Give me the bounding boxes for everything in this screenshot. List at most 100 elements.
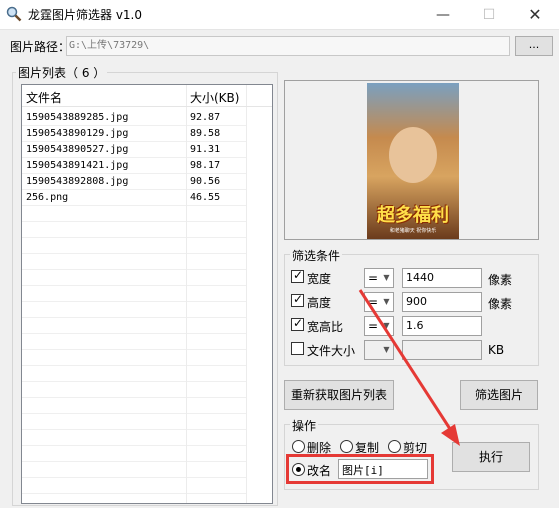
cell-size: 98.17	[190, 160, 221, 171]
column-header-filename[interactable]: 文件名	[26, 89, 62, 106]
height-label: 高度	[307, 296, 332, 310]
grid-line	[187, 125, 246, 126]
grid-line	[22, 205, 186, 206]
maximize-button[interactable]: ☐	[466, 0, 512, 30]
grid-line	[187, 173, 246, 174]
image-list-title: 图片列表（ 6 ）	[16, 64, 108, 81]
grid-line	[22, 349, 186, 350]
ratio-checkbox[interactable]	[291, 316, 304, 331]
cell-filename: 1590543891421.jpg	[26, 160, 129, 171]
image-preview: 超多福利 和老猪聊天 祝你快乐	[284, 80, 539, 240]
height-unit: 像素	[488, 297, 513, 311]
height-operator-value: =	[368, 295, 379, 309]
column-separator	[186, 85, 187, 503]
poster-subtitle: 和老猪聊天 祝你快乐	[389, 228, 437, 234]
ratio-operator-select[interactable]: = ▼	[364, 316, 394, 336]
path-input[interactable]: G:\上传\73729\	[66, 36, 510, 56]
grid-line	[22, 461, 186, 462]
filesize-label: 文件大小	[307, 344, 356, 358]
grid-line	[22, 445, 186, 446]
grid-line	[187, 157, 246, 158]
magnifier-app-icon	[6, 6, 22, 22]
cell-size: 46.55	[190, 192, 221, 203]
column-header-size[interactable]: 大小(KB)	[190, 89, 239, 106]
chevron-down-icon: ▼	[383, 345, 390, 354]
grid-line	[22, 333, 186, 334]
browse-button[interactable]: ...	[515, 36, 553, 56]
cell-filename: 1590543890129.jpg	[26, 128, 129, 139]
column-separator	[246, 85, 247, 503]
cell-filename: 1590543892808.jpg	[26, 176, 129, 187]
grid-line	[187, 269, 246, 270]
grid-line	[187, 333, 246, 334]
grid-line	[22, 253, 186, 254]
poster-character	[389, 127, 437, 183]
grid-line	[22, 381, 186, 382]
window-title: 龙霆图片筛选器 v1.0	[28, 8, 143, 22]
grid-line	[187, 477, 246, 478]
grid-line	[187, 141, 246, 142]
grid-line	[22, 173, 186, 174]
image-list[interactable]: 文件名 大小(KB) 1590543889285.jpg 92.87 15905…	[21, 84, 273, 504]
chevron-down-icon: ▼	[383, 273, 390, 282]
delete-radio[interactable]	[292, 440, 305, 453]
cell-size: 91.31	[190, 144, 221, 155]
path-label: 图片路径：	[10, 40, 71, 54]
grid-line	[187, 461, 246, 462]
execute-button[interactable]: 执行	[452, 442, 530, 472]
grid-line	[22, 269, 186, 270]
grid-line	[22, 221, 186, 222]
cell-filename: 1590543889285.jpg	[26, 112, 129, 123]
grid-line	[187, 445, 246, 446]
preview-image: 超多福利 和老猪聊天 祝你快乐	[367, 83, 459, 239]
grid-line	[187, 365, 246, 366]
copy-radio[interactable]	[340, 440, 353, 453]
grid-line	[22, 317, 186, 318]
grid-line	[22, 237, 186, 238]
grid-line	[187, 221, 246, 222]
width-value-input[interactable]: 1440	[402, 268, 482, 288]
grid-line	[187, 413, 246, 414]
grid-line	[22, 157, 186, 158]
refresh-list-button[interactable]: 重新获取图片列表	[284, 380, 394, 410]
minimize-button[interactable]: —	[420, 0, 466, 30]
grid-line	[22, 125, 186, 126]
chevron-down-icon: ▼	[383, 297, 390, 306]
cell-filename: 1590543890527.jpg	[26, 144, 129, 155]
height-checkbox[interactable]	[291, 292, 304, 307]
grid-line	[187, 317, 246, 318]
grid-line	[187, 237, 246, 238]
width-operator-select[interactable]: = ▼	[364, 268, 394, 288]
filesize-unit: KB	[488, 343, 505, 357]
grid-line	[22, 493, 186, 494]
cell-size: 89.58	[190, 128, 221, 139]
filesize-checkbox[interactable]	[291, 342, 304, 355]
grid-line	[22, 285, 186, 286]
grid-line	[187, 429, 246, 430]
grid-line	[22, 189, 186, 190]
grid-line	[187, 397, 246, 398]
ratio-label: 宽高比	[307, 320, 344, 334]
chevron-down-icon: ▼	[383, 321, 390, 330]
grid-line	[22, 397, 186, 398]
close-button[interactable]: ✕	[512, 0, 558, 30]
ratio-operator-value: =	[368, 319, 379, 333]
width-label: 宽度	[307, 272, 332, 286]
grid-line	[22, 429, 186, 430]
filter-images-button[interactable]: 筛选图片	[460, 380, 538, 410]
grid-line	[187, 301, 246, 302]
width-checkbox[interactable]	[291, 268, 304, 283]
grid-line	[187, 493, 246, 494]
ratio-value-input[interactable]: 1.6	[402, 316, 482, 336]
operations-group-title: 操作	[290, 417, 319, 434]
filesize-operator-select[interactable]: ▼	[364, 340, 394, 360]
grid-line	[187, 349, 246, 350]
height-value-input[interactable]: 900	[402, 292, 482, 312]
grid-line	[22, 301, 186, 302]
grid-line	[22, 365, 186, 366]
height-operator-select[interactable]: = ▼	[364, 292, 394, 312]
list-header: 文件名 大小(KB)	[22, 85, 272, 107]
cut-radio[interactable]	[388, 440, 401, 453]
filesize-value-input[interactable]	[402, 340, 482, 360]
cell-filename: 256.png	[26, 192, 69, 203]
